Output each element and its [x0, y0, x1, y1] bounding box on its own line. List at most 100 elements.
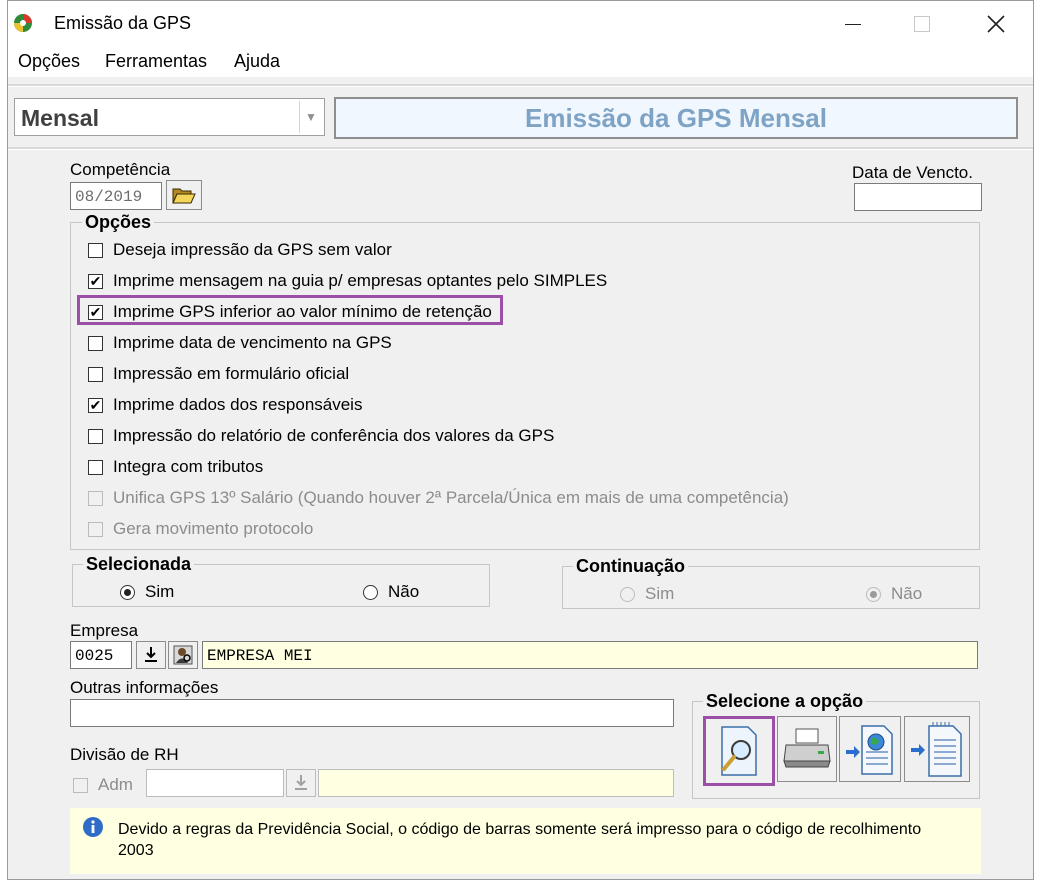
- divisao-code-field[interactable]: [146, 769, 284, 797]
- download-arrow-icon: [145, 647, 157, 662]
- divisao-download-button[interactable]: [286, 769, 316, 797]
- continuacao-nao-radio[interactable]: Não: [866, 584, 922, 604]
- selecionada-group-title: Selecionada: [83, 554, 195, 575]
- opcoes-item-checkbox[interactable]: [88, 459, 103, 475]
- opcoes-item-label: Impressão do relatório de conferência do…: [113, 426, 555, 445]
- info-message: Devido a regras da Previdência Social, o…: [118, 821, 922, 859]
- menu-separator: [8, 84, 1033, 87]
- export-web-button[interactable]: [839, 716, 901, 782]
- continuacao-sim-radio[interactable]: Sim: [620, 584, 674, 604]
- opcoes-item-label: Imprime dados dos responsáveis: [113, 395, 363, 414]
- opcoes-item-checkbox: [88, 521, 103, 537]
- opcoes-item[interactable]: Imprime data de vencimento na GPS: [88, 333, 392, 353]
- competencia-field[interactable]: 08/2019: [70, 182, 162, 210]
- minimize-icon: [845, 23, 861, 25]
- empresa-name-value: EMPRESA MEI: [207, 647, 313, 665]
- menu-opcoes[interactable]: Opções: [18, 51, 80, 72]
- opcoes-item-label: Integra com tributos: [113, 457, 264, 476]
- opcoes-item[interactable]: Deseja impressão da GPS sem valor: [88, 240, 392, 260]
- opcoes-group-title: Opções: [82, 212, 155, 233]
- divisao-adm-indicator: [73, 777, 88, 793]
- empresa-code-value: 0025: [75, 647, 114, 665]
- maximize-button[interactable]: [907, 9, 937, 39]
- opcoes-item[interactable]: Integra com tributos: [88, 457, 263, 477]
- empresa-download-button[interactable]: [136, 641, 166, 669]
- export-file-button[interactable]: [904, 716, 970, 782]
- opcoes-item-checkbox[interactable]: [88, 428, 103, 444]
- outras-field[interactable]: [70, 699, 674, 727]
- vencimento-label: Data de Vencto.: [852, 163, 973, 182]
- folder-open-icon: [172, 188, 196, 204]
- opcoes-item-checkbox[interactable]: ✔: [88, 273, 103, 289]
- empresa-name-field[interactable]: EMPRESA MEI: [202, 641, 978, 669]
- preview-button[interactable]: [703, 716, 775, 786]
- menu-ferramentas[interactable]: Ferramentas: [105, 51, 207, 72]
- download-arrow-icon: [295, 775, 307, 790]
- continuacao-sim-label: Sim: [645, 584, 675, 603]
- opcoes-item-checkbox: [88, 490, 103, 506]
- competencia-label: Competência: [70, 160, 171, 179]
- header-separator: [8, 147, 1033, 150]
- info-box: Devido a regras da Previdência Social, o…: [70, 808, 981, 874]
- opcoes-item-checkbox[interactable]: [88, 242, 103, 258]
- chevron-down-icon[interactable]: ▼: [299, 101, 322, 133]
- minimize-button[interactable]: [838, 9, 868, 39]
- divisao-name-field[interactable]: [318, 769, 674, 797]
- opcoes-item[interactable]: ✔ Imprime mensagem na guia p/ empresas op…: [88, 271, 607, 291]
- menu-ajuda[interactable]: Ajuda: [234, 51, 280, 72]
- divisao-adm-checkbox[interactable]: Adm: [73, 775, 133, 795]
- opcoes-item[interactable]: ✔ Imprime dados dos responsáveis: [88, 395, 362, 415]
- period-select[interactable]: Mensal ▼: [14, 98, 325, 136]
- opcoes-item-label: Imprime mensagem na guia p/ empresas opt…: [113, 271, 608, 290]
- continuacao-sim-indicator: [620, 586, 635, 602]
- outras-label: Outras informações: [70, 678, 219, 697]
- selecionada-nao-label: Não: [388, 582, 420, 601]
- competencia-picker-button[interactable]: [166, 180, 202, 210]
- empresa-code-field[interactable]: 0025: [70, 641, 132, 669]
- opcoes-item-label: Gera movimento protocolo: [113, 519, 314, 538]
- page-banner: Emissão da GPS Mensal: [334, 97, 1018, 139]
- selecionada-sim-label: Sim: [145, 582, 175, 601]
- opcoes-item-label: Deseja impressão da GPS sem valor: [113, 240, 392, 259]
- close-icon: [987, 15, 1005, 33]
- highlight-box: [77, 295, 503, 325]
- export-globe-icon: [846, 725, 893, 775]
- divisao-adm-label: Adm: [98, 775, 133, 794]
- preview-magnifier-icon: [721, 726, 757, 776]
- opcoes-item[interactable]: Impressão do relatório de conferência do…: [88, 426, 554, 446]
- selecione-group-title: Selecione a opção: [703, 691, 867, 712]
- opcoes-item: Gera movimento protocolo: [88, 519, 313, 539]
- opcoes-item-label: Unifica GPS 13º Salário (Quando houver 2…: [113, 488, 789, 507]
- opcoes-item-checkbox[interactable]: ✔: [88, 397, 103, 413]
- opcoes-item[interactable]: Impressão em formulário oficial: [88, 364, 349, 384]
- selecionada-nao-indicator: [363, 584, 378, 600]
- competencia-value: 08/2019: [75, 188, 143, 206]
- opcoes-item-checkbox[interactable]: [88, 335, 103, 351]
- opcoes-item-checkbox[interactable]: [88, 366, 103, 382]
- maximize-icon: [914, 16, 930, 32]
- info-icon: [82, 816, 104, 838]
- close-button[interactable]: [981, 9, 1011, 39]
- print-button[interactable]: [777, 716, 837, 782]
- export-document-icon: [911, 722, 962, 777]
- page-title: Emissão da GPS Mensal: [524, 103, 827, 133]
- vencimento-field[interactable]: [854, 183, 982, 211]
- selecionada-sim-indicator: [120, 584, 135, 600]
- person-search-icon: [173, 645, 193, 665]
- period-select-value: Mensal: [21, 105, 99, 131]
- window-title: Emissão da GPS: [54, 13, 192, 33]
- title-bar: Emissão da GPS: [8, 1, 1033, 45]
- selecionada-nao-radio[interactable]: Não: [363, 582, 419, 602]
- empresa-label: Empresa: [70, 621, 139, 640]
- empresa-search-button[interactable]: [168, 641, 198, 669]
- continuacao-nao-label: Não: [891, 584, 923, 603]
- printer-icon: [783, 728, 831, 768]
- app-icon: [13, 13, 33, 33]
- selecionada-sim-radio[interactable]: Sim: [120, 582, 174, 602]
- divisao-label: Divisão de RH: [70, 745, 179, 764]
- opcoes-item-label: Imprime data de vencimento na GPS: [113, 333, 392, 352]
- continuacao-nao-indicator: [866, 586, 881, 602]
- continuacao-group-title: Continuação: [573, 556, 689, 577]
- opcoes-item-label: Impressão em formulário oficial: [113, 364, 350, 383]
- opcoes-item: Unifica GPS 13º Salário (Quando houver 2…: [88, 488, 789, 508]
